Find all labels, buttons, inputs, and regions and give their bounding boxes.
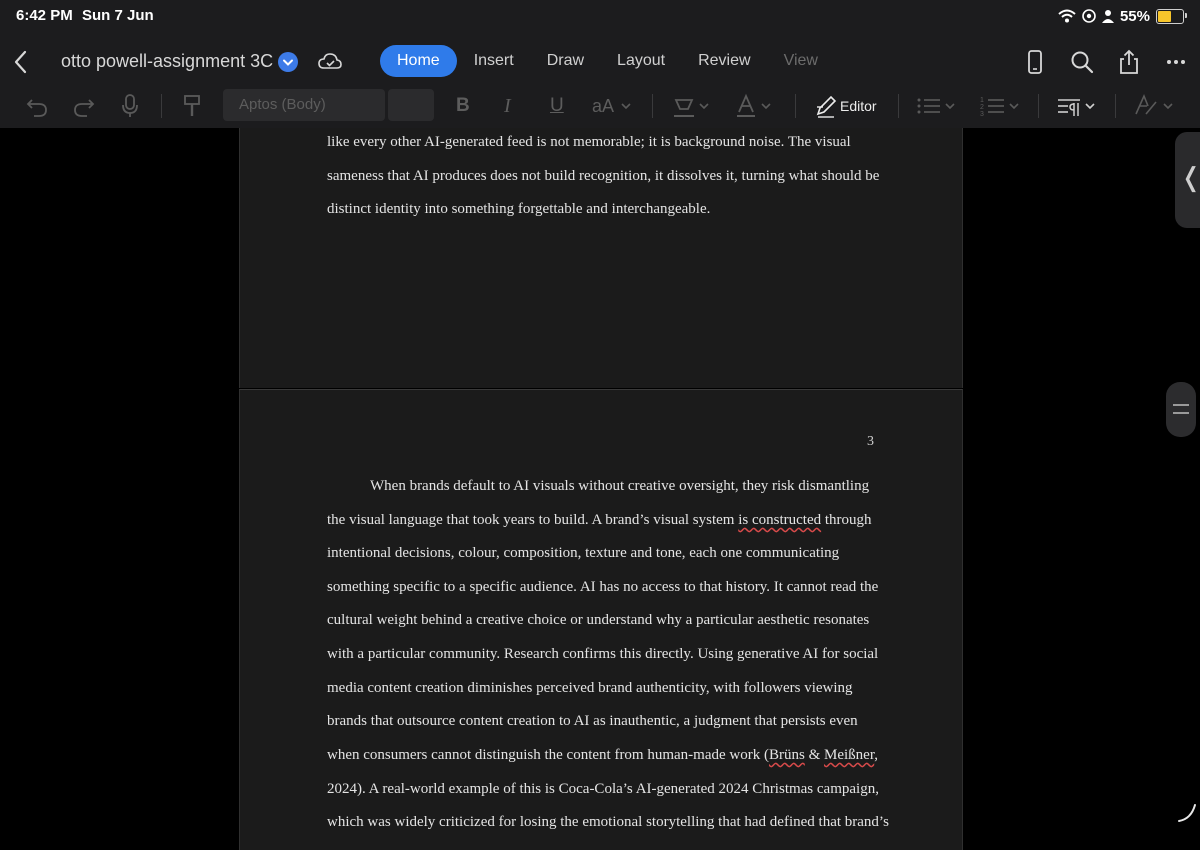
text-line: which was widely criticized for losing t…: [327, 814, 889, 830]
svg-text:3: 3: [980, 111, 984, 118]
tab-draw[interactable]: Draw: [531, 45, 600, 77]
styles-icon[interactable]: [1134, 92, 1176, 120]
text-line: something specific to a specific audienc…: [327, 579, 879, 595]
text-line: the visual language that took years to b…: [327, 512, 872, 529]
toolbar-divider: [898, 94, 899, 118]
text-run: through: [821, 512, 872, 528]
tab-insert[interactable]: Insert: [458, 45, 530, 77]
editor-button[interactable]: Editor: [840, 98, 877, 114]
search-icon[interactable]: [1068, 48, 1096, 76]
microphone-icon[interactable]: [118, 92, 142, 120]
formatting-toolbar: Aptos (Body) B I U aA Editor 1 2 3: [0, 88, 1200, 124]
status-right: 55%: [1058, 6, 1187, 26]
text-run: the visual language that took years to b…: [327, 512, 739, 528]
tab-view[interactable]: View: [768, 45, 834, 77]
svg-text:2: 2: [980, 104, 984, 111]
app-chrome: 6:42 PM Sun 7 Jun 55% otto powell-assign: [0, 0, 1200, 128]
text-line: intentional decisions, colour, compositi…: [327, 545, 840, 561]
text-line: with a particular community. Research co…: [327, 646, 879, 662]
wifi-icon: [1058, 9, 1076, 23]
status-bar: 6:42 PM Sun 7 Jun 55%: [0, 0, 1200, 32]
text-line: When brands default to AI visuals withou…: [370, 478, 870, 494]
focus-icon: [1082, 9, 1096, 23]
highlighter-icon[interactable]: [672, 92, 712, 120]
autosave-cloud-icon[interactable]: [317, 50, 343, 74]
text-line: distinct identity into something forgett…: [327, 201, 711, 217]
svg-text:1: 1: [980, 97, 984, 104]
page-number: 3: [867, 434, 874, 449]
page-2[interactable]: like every other AI-generated feed is no…: [239, 128, 963, 388]
spelling-flag[interactable]: Brüns: [769, 747, 805, 763]
text-line: like every other AI-generated feed is no…: [327, 134, 851, 150]
back-chevron-icon[interactable]: [10, 48, 34, 76]
font-size-box[interactable]: [388, 89, 434, 121]
text-line: 2024). A real-world example of this is C…: [327, 781, 879, 797]
status-time: 6:42 PM: [16, 7, 73, 24]
text-size-button[interactable]: aA: [592, 92, 614, 120]
document-canvas[interactable]: like every other AI-generated feed is no…: [0, 128, 1200, 850]
tab-layout[interactable]: Layout: [601, 45, 681, 77]
chevron-down-icon[interactable]: [620, 92, 632, 120]
side-panel-handle[interactable]: ❬: [1175, 132, 1200, 228]
editor-pen-icon[interactable]: [814, 92, 838, 120]
toolbar-divider: [652, 94, 653, 118]
text-run: &: [804, 747, 824, 763]
font-color-icon[interactable]: [734, 92, 774, 120]
tab-home[interactable]: Home: [380, 45, 457, 77]
text-line: sameness that AI produces does not build…: [327, 168, 880, 184]
toolbar-divider: [795, 94, 796, 118]
format-painter-icon[interactable]: [180, 92, 204, 120]
text-line: cultural weight behind a creative choice…: [327, 612, 870, 628]
font-name-box[interactable]: Aptos (Body): [223, 89, 385, 121]
tab-review[interactable]: Review: [682, 45, 766, 77]
scroll-thumb[interactable]: [1166, 382, 1196, 437]
numbered-list-icon[interactable]: 1 2 3: [980, 92, 1022, 120]
bold-button[interactable]: B: [456, 92, 470, 120]
battery-icon: [1156, 8, 1187, 24]
page-3[interactable]: 3 When brands default to AI visuals with…: [239, 389, 963, 850]
ribbon-tabs: Home Insert Draw Layout Review View: [380, 45, 835, 77]
text-line: when consumers cannot distinguish the co…: [327, 747, 878, 764]
more-icon[interactable]: [1162, 48, 1190, 76]
text-run: when consumers cannot distinguish the co…: [327, 747, 769, 763]
title-bar: otto powell-assignment 3C Home Insert Dr…: [0, 40, 1200, 84]
grammar-flag[interactable]: is constructed: [738, 512, 821, 528]
text-line: media content creation diminishes percei…: [327, 680, 853, 696]
italic-button[interactable]: I: [504, 92, 511, 120]
paragraph-format-icon[interactable]: [1056, 92, 1098, 120]
status-date: Sun 7 Jun: [82, 7, 154, 24]
toolbar-divider: [161, 94, 162, 118]
share-icon[interactable]: [1115, 48, 1143, 76]
undo-icon[interactable]: [24, 92, 50, 120]
text-run: ,: [874, 747, 878, 763]
document-title[interactable]: otto powell-assignment 3C: [61, 51, 273, 72]
chevron-left-icon: ❬: [1180, 162, 1200, 192]
spelling-flag[interactable]: Meißner: [824, 747, 874, 763]
toolbar-divider: [1115, 94, 1116, 118]
battery-percent: 55%: [1119, 7, 1150, 25]
text-line: brands that outsource content creation t…: [327, 713, 858, 729]
pencil-hover-icon: [1178, 804, 1196, 822]
bullet-list-icon[interactable]: [916, 92, 958, 120]
phone-layout-icon[interactable]: [1021, 48, 1049, 76]
underline-button[interactable]: U: [550, 92, 564, 120]
person-icon: [1101, 10, 1114, 23]
toolbar-divider: [1038, 94, 1039, 118]
title-dropdown-icon[interactable]: [278, 52, 298, 72]
redo-icon[interactable]: [71, 92, 97, 120]
